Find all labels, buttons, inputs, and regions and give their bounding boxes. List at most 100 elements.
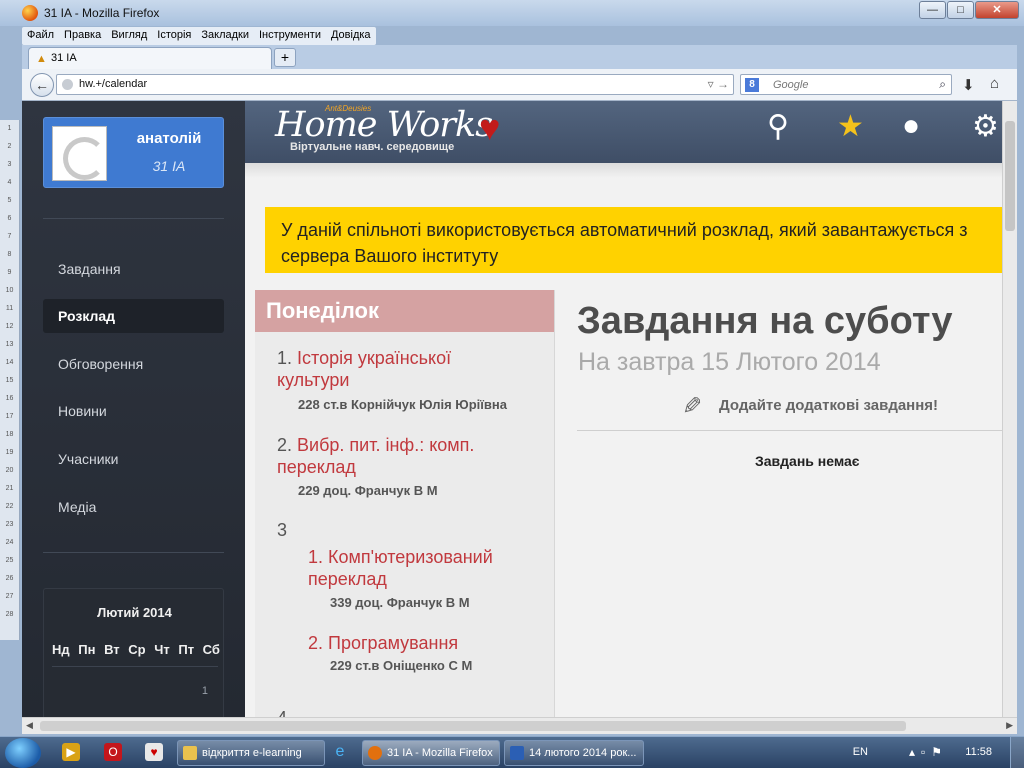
sidebar-item-media[interactable]: Медіа [43,490,224,524]
magnifier-icon[interactable]: ⌕ [939,77,946,92]
menu-tools[interactable]: Інструменти [254,27,326,45]
search-bar[interactable]: 8 Google ⌕ [740,74,952,95]
sidebar: анатолій 31 IA Завдання Розклад Обговоре… [22,101,245,717]
sidebar-divider [43,218,224,219]
taskbar-item-folder[interactable]: відкриття e-learning [177,740,325,766]
lesson-3-1-title-line1: Комп'ютеризований [328,547,493,567]
start-button[interactable] [5,738,41,768]
taskbar-item-firefox[interactable]: 31 IA - Mozilla Firefox [362,740,500,766]
header-shadow [245,163,1002,178]
ruler-mark: 11 [5,305,14,312]
taskbar-item-word[interactable]: 14 лютого 2014 рок... [504,740,644,766]
lesson-3-2-title[interactable]: 2. Програмування [308,632,458,654]
gear-icon[interactable]: ⚙ [972,109,999,144]
tasks-subtitle: На завтра 15 Лютого 2014 [578,348,881,376]
sidebar-item-news[interactable]: Новини [43,394,224,428]
menu-history[interactable]: Історія [152,27,196,45]
lesson-2-title[interactable]: 2. Вибр. пит. інф.: комп. переклад [277,434,474,478]
ruler-mark: 24 [5,539,14,546]
weekday-mon: Пн [78,642,96,657]
back-button[interactable]: ← [30,73,54,97]
menu-edit[interactable]: Правка [59,27,106,45]
add-task-link[interactable]: ✎ Додайте додаткові завдання! [675,390,938,420]
language-indicator[interactable]: EN [853,746,868,758]
ie-quicklaunch-icon[interactable]: e [331,743,349,761]
mini-calendar: Лютий 2014 Нд Пн Вт Ср Чт Пт Сб 1 [43,588,224,717]
app-quicklaunch-icon[interactable]: ♥ [145,743,163,761]
scroll-right-icon[interactable]: ▶ [1006,720,1013,731]
sidebar-item-schedule[interactable]: Розклад [43,299,224,333]
ruler-mark: 23 [5,521,14,528]
star-icon[interactable]: ★ [837,109,864,144]
lesson-3-2-room: 229 ст.в Оніщенко С М [330,658,473,673]
sidebar-item-tasks[interactable]: Завдання [43,252,224,286]
scroll-left-icon[interactable]: ◀ [26,720,33,731]
menu-file[interactable]: Файл [22,27,59,45]
tasks-title: Завдання на суботу [577,300,953,342]
word-icon [510,746,524,760]
close-button[interactable]: ✕ [975,1,1019,19]
ruler-mark: 27 [5,593,14,600]
ruler-mark: 17 [5,413,14,420]
explorer-quicklaunch-icon[interactable]: ▶ [62,743,80,761]
horizontal-scroll-thumb[interactable] [40,721,906,731]
firefox-logo-icon [22,5,38,21]
lesson-3-2-number: 2. [308,633,324,653]
maximize-button[interactable]: □ [947,1,974,19]
menu-help[interactable]: Довідка [326,27,376,45]
ruler-mark: 2 [7,143,12,150]
taskbar-item-folder-label: відкриття e-learning [202,747,302,759]
calendar-date-1[interactable]: 1 [202,685,208,697]
menu-view[interactable]: Вигляд [106,27,152,45]
firefox-icon [368,746,382,760]
clock[interactable]: 11:58 [965,746,992,758]
calendar-title: Лютий 2014 [97,605,172,620]
search-placeholder: Google [773,79,809,91]
sidebar-item-members[interactable]: Учасники [43,442,224,476]
lesson-1-title[interactable]: 1. Історія української культури [277,347,451,391]
ruler-mark: 22 [5,503,14,510]
avatar[interactable] [52,126,107,181]
minimize-button[interactable]: — [919,1,946,19]
menu-bookmarks[interactable]: Закладки [196,27,254,45]
profile-card[interactable]: анатолій 31 IA [43,117,224,188]
download-icon[interactable]: ⬇ [962,76,975,94]
schedule-day-column: Понеділок 1. Історія української культур… [255,290,555,717]
site-header: Ant&Deusies Home Works Віртуальне навч. … [245,101,1002,163]
background-ruler: 1 2 3 4 5 6 7 8 9 10 11 12 13 14 15 16 17 18 19 20 21 22 23 24 2… [0,120,20,640]
vertical-scroll-thumb[interactable] [1005,121,1015,231]
lesson-1-title-line2: культури [277,370,350,390]
opera-quicklaunch-icon[interactable]: O [104,743,122,761]
sidebar-item-discussion[interactable]: Обговорення [43,347,224,381]
tasks-divider [577,430,1002,431]
profile-name[interactable]: анатолій [114,130,224,147]
window-titlebar: 31 IA - Mozilla Firefox — □ ✕ [0,0,1024,26]
lesson-3-1-title[interactable]: 1. Комп'ютеризований переклад [308,546,493,590]
calendar-divider [52,666,218,667]
ruler-mark: 6 [7,215,12,222]
weekday-thu: Чт [154,642,170,657]
weekday-fri: Пт [178,642,195,657]
tray-icons[interactable]: ▴▫⚑ [909,745,948,759]
ruler-mark: 26 [5,575,14,582]
taskbar-item-firefox-label: 31 IA - Mozilla Firefox [387,747,493,759]
windows-taskbar: ▶ O ♥ відкриття e-learning e 31 IA - Moz… [0,736,1024,768]
chat-icon[interactable]: ● [902,109,920,143]
horizontal-scrollbar[interactable]: ◀ ▶ [22,717,1017,734]
site-logo[interactable]: Home Works [275,105,493,145]
show-desktop-button[interactable] [1010,737,1024,768]
ruler-mark: 15 [5,377,14,384]
search-engine-icon[interactable]: 8 [745,78,759,92]
vertical-scrollbar[interactable] [1002,101,1017,717]
search-icon[interactable]: ⚲ [767,109,789,144]
tab-31-ia[interactable]: ▲ 31 IA [28,47,272,69]
url-bar[interactable]: hw.+/calendar ▿ → [56,74,734,95]
ruler-mark: 21 [5,485,14,492]
new-tab-button[interactable]: + [274,48,296,67]
home-icon[interactable]: ⌂ [990,75,999,92]
taskbar-item-word-label: 14 лютого 2014 рок... [529,747,637,759]
lesson-1-number: 1. [277,348,293,368]
go-arrow-icon[interactable]: ▿ → [708,77,729,91]
tab-strip: ▲ 31 IA + [22,45,1017,69]
lesson-3-1-room: 339 доц. Франчук В М [330,595,470,610]
